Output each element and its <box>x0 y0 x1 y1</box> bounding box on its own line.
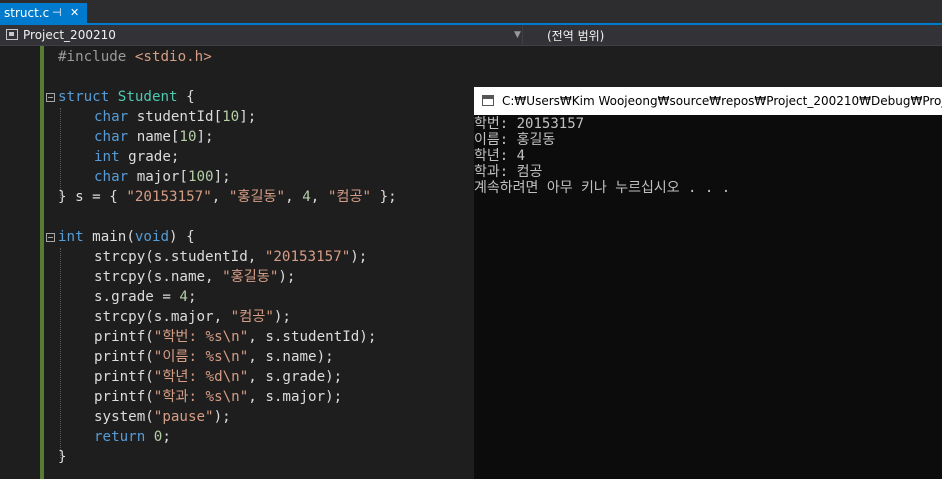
code-line: printf("학과: %s\n", s.major); <box>94 389 343 405</box>
change-tracking-bar <box>40 46 44 479</box>
console-line: 이름: 홍길동 <box>474 132 556 148</box>
indent-guide <box>60 248 61 458</box>
console-title-bar[interactable]: C:₩Users₩Kim Woojeong₩source₩repos₩Proje… <box>474 87 942 115</box>
console-line: 학과: 컴공 <box>474 164 543 180</box>
collapse-icon[interactable] <box>46 93 55 102</box>
console-line: 계속하려면 아무 키나 누르십시오 . . . <box>474 180 731 196</box>
code-line: strcpy(s.name, "홍길동"); <box>94 269 296 285</box>
indent-guide <box>60 108 61 198</box>
code-line: } <box>58 449 67 465</box>
visual-studio-window: struct.c ⊣ ✕ Project_200210 ▼ (전역 범위) #i… <box>0 0 942 479</box>
code-line: } s = { "20153157", "홍길동", 4, "컴공" }; <box>58 189 397 205</box>
code-line: char studentId[10]; <box>94 109 257 125</box>
code-line: strcpy(s.studentId, "20153157"); <box>94 249 368 265</box>
project-label: Project_200210 <box>23 28 116 42</box>
document-tab-strip: struct.c ⊣ ✕ <box>0 0 942 25</box>
chevron-down-icon[interactable]: ▼ <box>514 25 521 45</box>
code-line: s.grade = 4; <box>94 289 197 305</box>
navigation-bar: Project_200210 ▼ (전역 범위) <box>0 25 942 46</box>
code-line: #include <stdio.h> <box>58 49 212 65</box>
console-app-icon <box>482 95 494 106</box>
console-line: 학번: 20153157 <box>474 116 585 132</box>
pin-icon[interactable]: ⊣ <box>52 3 62 23</box>
code-line: struct Student { <box>58 89 195 105</box>
tab-label: struct.c <box>4 6 50 20</box>
scope-dropdown[interactable]: (전역 범위) <box>547 26 604 46</box>
code-line: char name[10]; <box>94 129 214 145</box>
code-line: int grade; <box>94 149 180 165</box>
code-line: printf("학번: %s\n", s.studentId); <box>94 329 377 345</box>
code-line: system("pause"); <box>94 409 231 425</box>
project-dropdown[interactable]: Project_200210 ▼ <box>2 26 523 44</box>
close-icon[interactable]: ✕ <box>70 3 79 23</box>
project-icon <box>6 29 18 40</box>
collapse-icon[interactable] <box>46 233 55 242</box>
console-line: 학년: 4 <box>474 148 526 164</box>
console-window[interactable]: C:₩Users₩Kim Woojeong₩source₩repos₩Proje… <box>474 87 942 479</box>
code-line: return 0; <box>94 429 171 445</box>
tab-struct-c[interactable]: struct.c ⊣ ✕ <box>0 3 87 23</box>
console-title: C:₩Users₩Kim Woojeong₩source₩repos₩Proje… <box>502 94 942 108</box>
code-line: char major[100]; <box>94 169 231 185</box>
code-line: printf("이름: %s\n", s.name); <box>94 349 334 365</box>
code-line: printf("학년: %d\n", s.grade); <box>94 369 343 385</box>
code-line: strcpy(s.major, "컴공"); <box>94 309 291 325</box>
code-line: int main(void) { <box>58 229 195 245</box>
